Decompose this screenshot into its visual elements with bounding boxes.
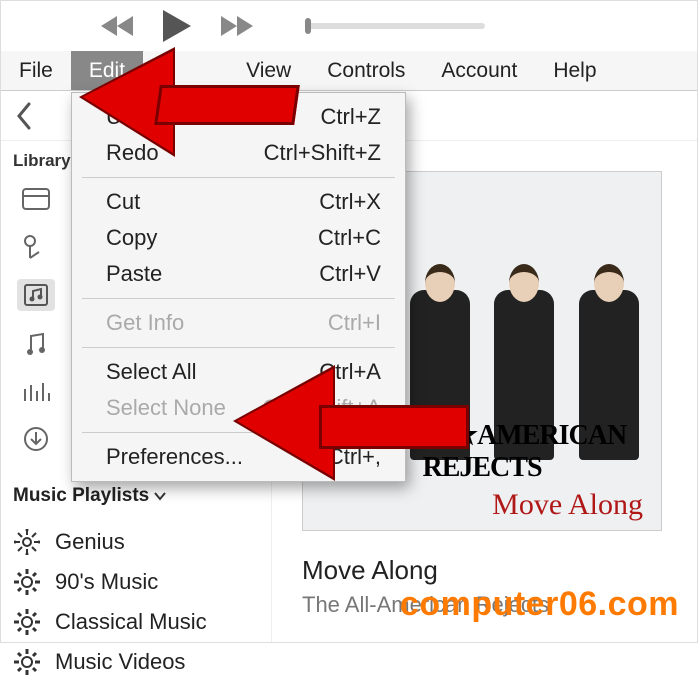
menu-item-copy[interactable]: Copy Ctrl+C xyxy=(72,220,405,256)
downloads-icon[interactable] xyxy=(17,423,55,455)
chevron-down-icon xyxy=(153,489,167,503)
gear-icon xyxy=(13,609,41,635)
menu-item-shortcut: Ctrl+V xyxy=(319,261,381,287)
menu-item-cut[interactable]: Cut Ctrl+X xyxy=(72,184,405,220)
playlist-genius[interactable]: Genius xyxy=(11,523,261,561)
menu-item-label: Get Info xyxy=(106,310,184,336)
playlist-music-videos[interactable]: Music Videos xyxy=(11,643,261,681)
playlists-heading-text: Music Playlists xyxy=(13,485,149,507)
volume-slider[interactable] xyxy=(305,23,485,29)
menu-help[interactable]: Help xyxy=(535,51,614,90)
genres-icon[interactable] xyxy=(17,375,55,407)
genius-icon xyxy=(13,529,41,555)
menu-file[interactable]: File xyxy=(1,51,71,90)
annotation-arrow-edit xyxy=(87,57,297,137)
playlist-label: Genius xyxy=(55,529,125,555)
annotation-arrow-preferences xyxy=(241,377,471,467)
menu-item-shortcut: Ctrl+Z xyxy=(321,104,382,130)
gear-icon xyxy=(13,649,41,675)
menu-separator xyxy=(82,177,395,178)
menu-controls[interactable]: Controls xyxy=(309,51,423,90)
playlist-label: 90's Music xyxy=(55,569,158,595)
menu-item-shortcut: Ctrl+X xyxy=(319,189,381,215)
menu-item-label: Select None xyxy=(106,395,226,421)
previous-track-button[interactable] xyxy=(101,14,137,38)
track-title: Move Along xyxy=(302,555,697,586)
menu-item-shortcut: Ctrl+C xyxy=(318,225,381,251)
menu-separator xyxy=(82,347,395,348)
menu-item-shortcut: Ctrl+Shift+Z xyxy=(264,140,381,166)
gear-icon xyxy=(13,569,41,595)
player-bar xyxy=(1,1,697,51)
playlists-heading[interactable]: Music Playlists xyxy=(13,485,261,507)
menu-item-paste[interactable]: Paste Ctrl+V xyxy=(72,256,405,292)
menu-item-label: Select All xyxy=(106,359,197,385)
albums-icon[interactable] xyxy=(17,279,55,311)
menu-item-label: Preferences... xyxy=(106,444,243,470)
playlist-90s-music[interactable]: 90's Music xyxy=(11,563,261,601)
playlist-label: Music Videos xyxy=(55,649,185,675)
next-track-button[interactable] xyxy=(217,14,253,38)
menu-separator xyxy=(82,298,395,299)
menu-item-shortcut: Ctrl+I xyxy=(328,310,381,336)
playlist-label: Classical Music xyxy=(55,609,207,635)
menu-item-get-info: Get Info Ctrl+I xyxy=(72,305,405,341)
menu-item-label: Cut xyxy=(106,189,140,215)
songs-icon[interactable] xyxy=(17,327,55,359)
play-button[interactable] xyxy=(159,8,195,44)
playlist-classical-music[interactable]: Classical Music xyxy=(11,603,261,641)
back-chevron-icon[interactable] xyxy=(15,102,33,130)
menu-item-label: Copy xyxy=(106,225,157,251)
watermark-text: computer06.com xyxy=(400,585,679,624)
menu-account[interactable]: Account xyxy=(423,51,535,90)
artists-icon[interactable] xyxy=(17,231,55,263)
recently-added-icon[interactable] xyxy=(17,183,55,215)
album-art-subtitle: Move Along xyxy=(492,488,643,522)
menu-item-label: Paste xyxy=(106,261,162,287)
